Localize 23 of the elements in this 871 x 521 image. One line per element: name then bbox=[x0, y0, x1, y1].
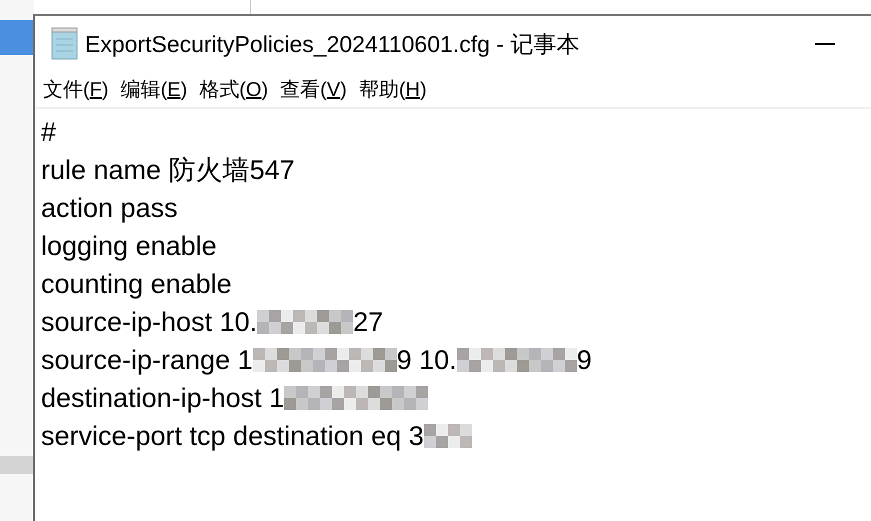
menu-item[interactable]: 文件(F) bbox=[41, 74, 111, 105]
pixelated-redaction bbox=[424, 424, 472, 448]
scroll-bar bbox=[0, 456, 34, 474]
menu-item[interactable]: 帮助(H) bbox=[356, 74, 429, 105]
text-line: # bbox=[41, 116, 56, 148]
text-line: 9 10. bbox=[396, 344, 457, 376]
text-line: destination-ip-host 1 bbox=[41, 382, 284, 414]
menu-item[interactable]: 查看(V) bbox=[278, 74, 349, 105]
text-editor[interactable]: # rule name 防火墙547 action pass logging enable counting enable source-ip-host 10. 27 source-ip-range 1 9 10. 9 destination-ip-host 1 service-port tcp destination eq 3 bbox=[35, 109, 871, 521]
text-line: action pass bbox=[41, 192, 178, 224]
text-line: service-port tcp destination eq 3 bbox=[41, 420, 424, 452]
text-line: 9 bbox=[576, 344, 592, 376]
text-line: 27 bbox=[353, 306, 384, 338]
text-line: logging enable bbox=[41, 230, 217, 262]
window-title: ExportSecurityPolicies_2024110601.cfg - 记事本 bbox=[85, 30, 580, 59]
menu-item[interactable]: 编辑(E) bbox=[118, 74, 190, 105]
selected-item-bar bbox=[0, 20, 34, 55]
text-line: source-ip-host 10. bbox=[41, 306, 258, 338]
text-line: counting enable bbox=[41, 268, 232, 300]
notepad-icon bbox=[49, 27, 79, 61]
text-line: rule name 防火墙547 bbox=[41, 154, 295, 187]
menu-item[interactable]: 格式(O) bbox=[197, 74, 270, 105]
text-line: source-ip-range 1 bbox=[41, 344, 253, 376]
